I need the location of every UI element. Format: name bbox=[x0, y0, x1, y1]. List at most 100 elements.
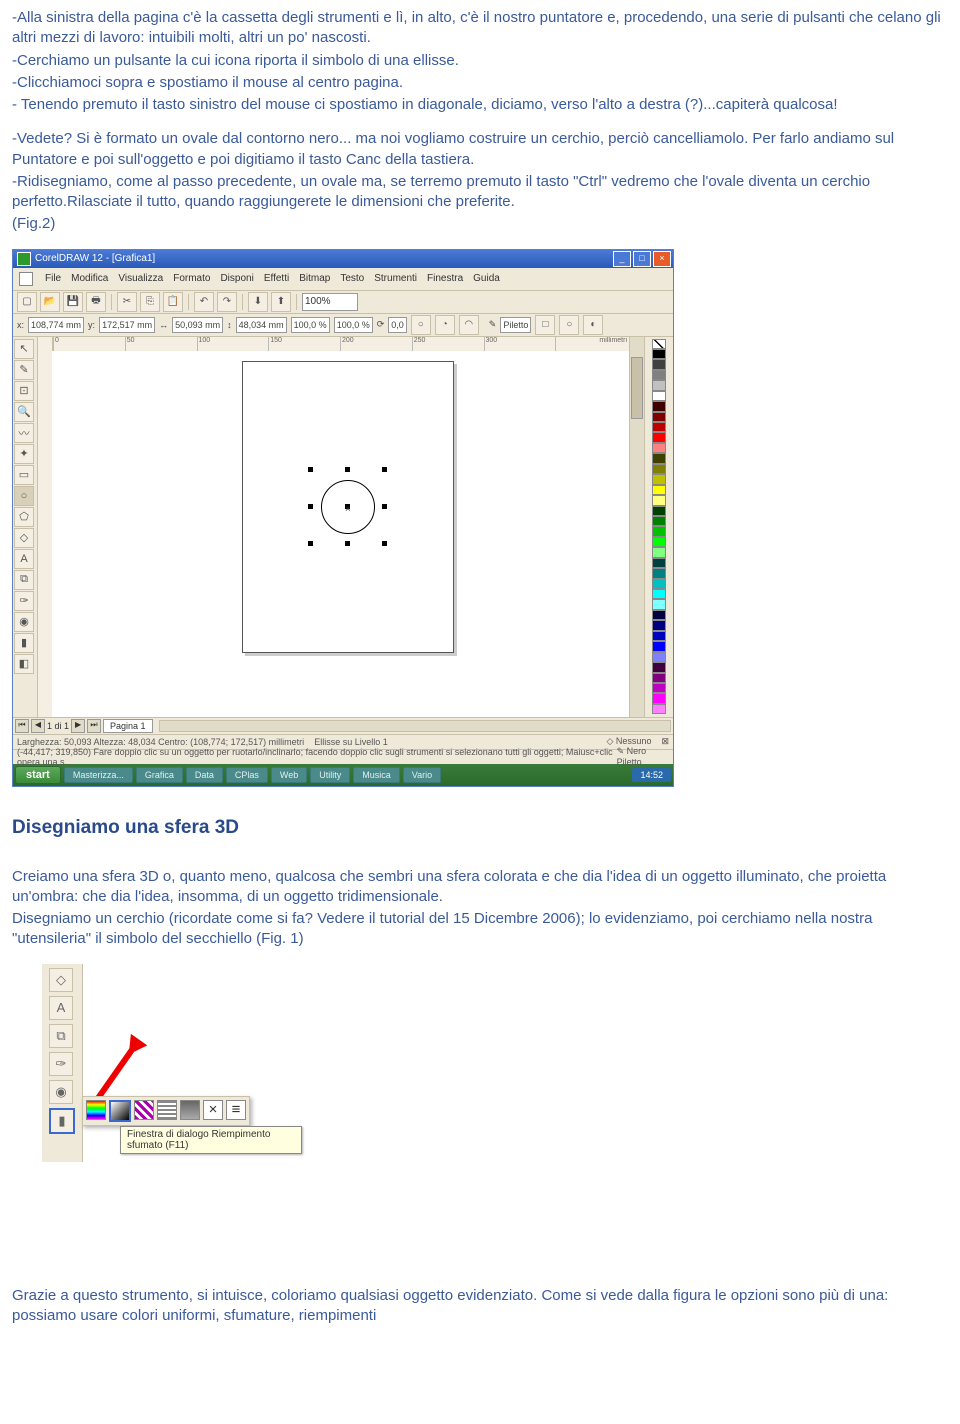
color-swatch[interactable] bbox=[652, 568, 666, 578]
width-field[interactable]: 50,093 mm bbox=[172, 317, 223, 333]
taskbar-item[interactable]: CPlas bbox=[226, 767, 268, 783]
menu-item[interactable]: Bitmap bbox=[299, 273, 330, 284]
color-swatch[interactable] bbox=[652, 547, 666, 557]
text-tool-icon[interactable]: A bbox=[14, 549, 34, 569]
height-field[interactable]: 48,034 mm bbox=[236, 317, 287, 333]
color-swatch[interactable] bbox=[652, 422, 666, 432]
color-swatch[interactable] bbox=[652, 485, 666, 495]
resize-handle[interactable] bbox=[308, 541, 313, 546]
pick-tool-icon[interactable]: ↖ bbox=[14, 339, 34, 359]
resize-handle[interactable] bbox=[382, 467, 387, 472]
no-fill-swatch[interactable] bbox=[652, 339, 666, 349]
center-handle[interactable]: × bbox=[345, 504, 350, 509]
color-swatch[interactable] bbox=[652, 401, 666, 411]
color-swatch[interactable] bbox=[652, 673, 666, 683]
color-swatch[interactable] bbox=[652, 349, 666, 359]
close-button[interactable]: × bbox=[653, 251, 671, 267]
shape-tool-icon[interactable]: ✎ bbox=[14, 360, 34, 380]
color-swatch[interactable] bbox=[652, 620, 666, 630]
canvas[interactable]: × bbox=[52, 351, 629, 717]
resize-handle[interactable] bbox=[345, 541, 350, 546]
menu-item[interactable]: Testo bbox=[340, 273, 364, 284]
color-swatch[interactable] bbox=[652, 610, 666, 620]
color-swatch[interactable] bbox=[652, 453, 666, 463]
color-swatch[interactable] bbox=[652, 412, 666, 422]
color-swatch[interactable] bbox=[652, 704, 666, 714]
menu-item[interactable]: Disponi bbox=[220, 273, 253, 284]
color-swatch[interactable] bbox=[652, 380, 666, 390]
interactive-fill-icon[interactable]: ◧ bbox=[14, 654, 34, 674]
color-swatch[interactable] bbox=[652, 526, 666, 536]
crop-tool-icon[interactable]: ⊡ bbox=[14, 381, 34, 401]
color-swatch[interactable] bbox=[652, 599, 666, 609]
no-fill-icon[interactable]: × bbox=[203, 1100, 223, 1120]
horizontal-scrollbar[interactable] bbox=[159, 720, 671, 732]
texture-fill-icon[interactable] bbox=[157, 1100, 177, 1120]
blend-tool-icon[interactable]: ⧉ bbox=[49, 1024, 73, 1048]
color-swatch[interactable] bbox=[652, 662, 666, 672]
color-swatch[interactable] bbox=[652, 370, 666, 380]
menu-item[interactable]: Finestra bbox=[427, 273, 463, 284]
color-swatch[interactable] bbox=[652, 359, 666, 369]
cut-icon[interactable]: ✂ bbox=[117, 292, 137, 312]
pattern-fill-icon[interactable] bbox=[134, 1100, 154, 1120]
x-field[interactable]: 108,774 mm bbox=[28, 317, 84, 333]
print-icon[interactable]: 🖶 bbox=[86, 292, 106, 312]
opt-icon[interactable]: □ bbox=[535, 315, 555, 335]
taskbar-item[interactable]: Musica bbox=[353, 767, 400, 783]
scale-x-field[interactable]: 100,0 % bbox=[291, 317, 330, 333]
color-swatch[interactable] bbox=[652, 432, 666, 442]
fill-tool-icon[interactable]: ▮ bbox=[14, 633, 34, 653]
polygon-tool-icon[interactable]: ⬠ bbox=[14, 507, 34, 527]
fill-tool-icon[interactable]: ▮ bbox=[49, 1108, 75, 1134]
export-icon[interactable]: ⬆ bbox=[271, 292, 291, 312]
color-swatch[interactable] bbox=[652, 464, 666, 474]
resize-handle[interactable] bbox=[382, 504, 387, 509]
new-icon[interactable]: ▢ bbox=[17, 292, 37, 312]
color-swatch[interactable] bbox=[652, 391, 666, 401]
uniform-fill-icon[interactable] bbox=[86, 1100, 106, 1120]
color-swatch[interactable] bbox=[652, 443, 666, 453]
smart-tool-icon[interactable]: ✦ bbox=[14, 444, 34, 464]
vertical-scrollbar[interactable] bbox=[629, 337, 644, 717]
freehand-tool-icon[interactable]: 〰 bbox=[14, 423, 34, 443]
color-swatch[interactable] bbox=[652, 516, 666, 526]
minimize-button[interactable]: _ bbox=[613, 251, 631, 267]
color-swatch[interactable] bbox=[652, 631, 666, 641]
undo-icon[interactable]: ↶ bbox=[194, 292, 214, 312]
fill-dialog-icon[interactable]: ≡ bbox=[226, 1100, 246, 1120]
save-icon[interactable]: 💾 bbox=[63, 292, 83, 312]
menu-item[interactable]: Strumenti bbox=[374, 273, 417, 284]
basic-shapes-icon[interactable]: ◇ bbox=[14, 528, 34, 548]
taskbar-item[interactable]: Web bbox=[271, 767, 307, 783]
color-swatch[interactable] bbox=[652, 693, 666, 703]
color-swatch[interactable] bbox=[652, 579, 666, 589]
menu-item[interactable]: File bbox=[45, 273, 61, 284]
menu-item[interactable]: Modifica bbox=[71, 273, 108, 284]
eyedropper-tool-icon[interactable]: ✑ bbox=[14, 591, 34, 611]
last-page-button[interactable]: ⏭ bbox=[87, 719, 101, 733]
color-swatch[interactable] bbox=[652, 558, 666, 568]
maximize-button[interactable]: □ bbox=[633, 251, 651, 267]
taskbar-item[interactable]: Masterizza... bbox=[64, 767, 133, 783]
rotation-field[interactable]: 0,0 bbox=[388, 317, 407, 333]
pie-mode-icon[interactable]: ◔ bbox=[435, 315, 455, 335]
import-icon[interactable]: ⬇ bbox=[248, 292, 268, 312]
basic-shapes-icon[interactable]: ◇ bbox=[49, 968, 73, 992]
color-swatch[interactable] bbox=[652, 474, 666, 484]
color-swatch[interactable] bbox=[652, 641, 666, 651]
eyedropper-tool-icon[interactable]: ✑ bbox=[49, 1052, 73, 1076]
text-tool-icon[interactable]: A bbox=[49, 996, 73, 1020]
fountain-fill-icon[interactable] bbox=[109, 1100, 131, 1122]
ellipse-tool-icon[interactable]: ○ bbox=[14, 486, 34, 506]
outline-field[interactable]: Piletto bbox=[500, 317, 531, 333]
blend-tool-icon[interactable]: ⧉ bbox=[14, 570, 34, 590]
zoom-field[interactable]: 100% bbox=[302, 293, 358, 311]
color-swatch[interactable] bbox=[652, 589, 666, 599]
color-swatch[interactable] bbox=[652, 495, 666, 505]
start-button[interactable]: start bbox=[15, 766, 61, 784]
menu-item[interactable]: Effetti bbox=[264, 273, 289, 284]
outline-tool-icon[interactable]: ◉ bbox=[49, 1080, 73, 1104]
resize-handle[interactable] bbox=[308, 504, 313, 509]
scale-y-field[interactable]: 100,0 % bbox=[334, 317, 373, 333]
